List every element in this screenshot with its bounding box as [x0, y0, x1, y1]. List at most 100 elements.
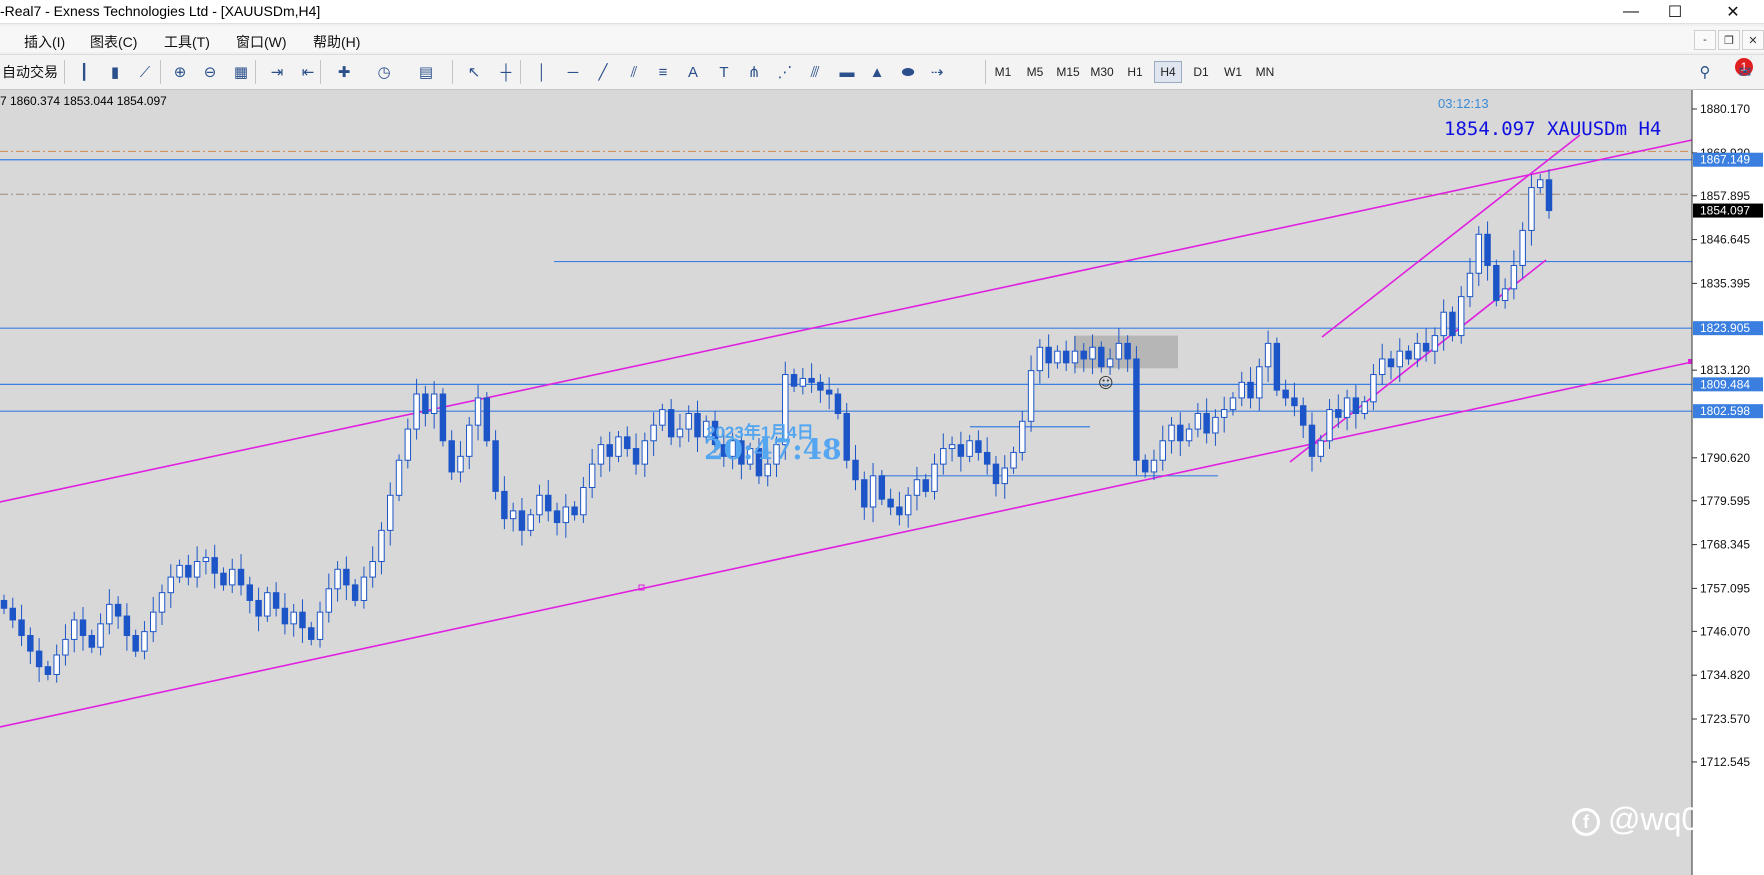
mdi-minimize-button[interactable]: - — [1694, 30, 1716, 50]
timeframe-m15[interactable]: M15 — [1053, 61, 1083, 83]
candle-body — [501, 490, 508, 520]
fibonacci-icon[interactable]: ≡ — [651, 61, 675, 83]
candle-body — [1361, 401, 1368, 414]
zoom-out-icon[interactable]: ⊖ — [198, 61, 222, 83]
candle-body — [439, 393, 447, 442]
candle-body — [817, 381, 824, 391]
toolbar-separator — [320, 60, 321, 84]
equidistant-channel-icon[interactable]: ⫽ — [622, 61, 646, 83]
zoom-in-icon[interactable]: ⊕ — [168, 61, 192, 83]
bar-chart-icon[interactable]: ┃ — [72, 61, 96, 83]
candle-body — [1019, 420, 1026, 453]
menu-charts[interactable]: 图表(C) — [90, 32, 137, 52]
candle-body — [825, 389, 833, 395]
candle-body — [483, 397, 491, 442]
candle-body — [1027, 370, 1035, 422]
candle-body — [518, 510, 526, 531]
horizontal-line-icon[interactable]: ─ — [561, 61, 585, 83]
timeframe-h1[interactable]: H1 — [1121, 61, 1149, 83]
mdi-close-button[interactable]: ✕ — [1742, 30, 1764, 50]
arrows-icon[interactable]: ⇢ — [925, 61, 949, 83]
candle-body — [281, 607, 289, 625]
candle-body — [509, 510, 517, 520]
menu-bar: 插入(I) 图表(C) 工具(T) 窗口(W) 帮助(H) — [0, 26, 1764, 52]
menu-tools[interactable]: 工具(T) — [164, 32, 210, 52]
candle-body — [562, 506, 570, 524]
candle-body — [1054, 350, 1061, 364]
fibo-fan-icon[interactable]: ⫻ — [803, 61, 827, 83]
candle-body — [62, 638, 69, 656]
mdi-restore-button[interactable]: ❐ — [1718, 30, 1740, 50]
rectangle-icon[interactable]: ▬ — [835, 61, 859, 83]
candle-body — [975, 440, 982, 453]
auto-trading-button[interactable]: 自动交易 — [2, 62, 58, 82]
candle-body — [466, 424, 473, 457]
andrews-pitchfork-icon[interactable]: ⋔ — [742, 61, 766, 83]
menu-insert[interactable]: 插入(I) — [24, 32, 65, 52]
templates-icon[interactable]: ▤ — [414, 61, 438, 83]
candle-body — [492, 440, 499, 492]
candle-body — [1291, 397, 1298, 407]
candle-body — [1115, 342, 1123, 360]
symbol-price-label: 1854.097 XAUUSDm H4 — [1444, 118, 1662, 140]
search-icon[interactable]: ⚲ — [1693, 61, 1717, 83]
timeframe-h4[interactable]: H4 — [1154, 61, 1182, 83]
timeframe-m5[interactable]: M5 — [1021, 61, 1049, 83]
periods-icon[interactable]: ◷ — [372, 61, 396, 83]
candle-body — [237, 568, 245, 586]
candle-body — [571, 506, 578, 516]
candle-body — [1501, 288, 1509, 302]
timeframe-w1[interactable]: W1 — [1219, 61, 1247, 83]
candlestick-icon[interactable]: ▮ — [103, 61, 127, 83]
candle-body — [641, 440, 649, 465]
candle-body — [861, 479, 868, 508]
chart-shift-icon[interactable]: ⇤ — [296, 61, 320, 83]
menu-window[interactable]: 窗口(W) — [236, 32, 287, 52]
candle-body — [387, 494, 394, 531]
candle-body — [334, 568, 341, 590]
candle-body — [430, 393, 438, 414]
maximize-button[interactable]: ☐ — [1652, 0, 1698, 24]
price-tick-label: 1779.595 — [1700, 494, 1750, 508]
vertical-line-icon[interactable]: │ — [530, 61, 554, 83]
candle-body — [913, 479, 921, 496]
level-price-label: 1867.149 — [1700, 153, 1750, 167]
text-icon[interactable]: A — [681, 61, 705, 83]
text-label-icon[interactable]: T — [712, 61, 736, 83]
crosshair-icon[interactable]: ┼ — [494, 61, 518, 83]
line-chart-icon[interactable]: ⟋ — [133, 61, 157, 83]
indicators-icon[interactable]: ✚ — [332, 61, 356, 83]
triangle-icon[interactable]: ▲ — [865, 61, 889, 83]
tile-windows-icon[interactable]: ▦ — [229, 61, 253, 83]
close-button[interactable]: ✕ — [1710, 0, 1756, 24]
timeframe-mn[interactable]: MN — [1251, 61, 1279, 83]
timeframe-d1[interactable]: D1 — [1187, 61, 1215, 83]
timeframe-m1[interactable]: M1 — [989, 61, 1017, 83]
chat-icon[interactable]: ✉ — [1733, 61, 1757, 83]
price-chart[interactable]: ☺1880.1701868.9201857.8951846.6451835.39… — [0, 90, 1764, 875]
gann-fan-icon[interactable]: ⋰ — [773, 61, 797, 83]
menu-help[interactable]: 帮助(H) — [313, 32, 360, 52]
price-tick-label: 1846.645 — [1700, 233, 1750, 247]
ellipse-icon[interactable]: ⬬ — [896, 61, 920, 83]
chart-area[interactable]: ☺1880.1701868.9201857.8951846.6451835.39… — [0, 90, 1764, 875]
candle-body — [632, 448, 640, 465]
trendline-icon[interactable]: ╱ — [591, 61, 615, 83]
candle-body — [1177, 424, 1184, 442]
small-channel-upper — [1321, 134, 1581, 338]
cursor-icon[interactable]: ↖ — [462, 61, 486, 83]
auto-scroll-icon[interactable]: ⇥ — [265, 61, 289, 83]
toolbar-separator — [64, 60, 65, 84]
candle-body — [141, 631, 148, 652]
candle-body — [1062, 350, 1070, 364]
timeframe-m30[interactable]: M30 — [1087, 61, 1117, 83]
candle-body — [1141, 459, 1149, 473]
candle-body — [255, 599, 262, 617]
candle-body — [1475, 233, 1482, 274]
candle-body — [1185, 428, 1193, 442]
current-price-label: 1854.097 — [1700, 204, 1750, 218]
minimize-button[interactable]: — — [1608, 0, 1654, 24]
candle-body — [1457, 296, 1465, 337]
price-tick-label: 1712.545 — [1700, 755, 1750, 769]
candle-body — [1212, 416, 1219, 434]
